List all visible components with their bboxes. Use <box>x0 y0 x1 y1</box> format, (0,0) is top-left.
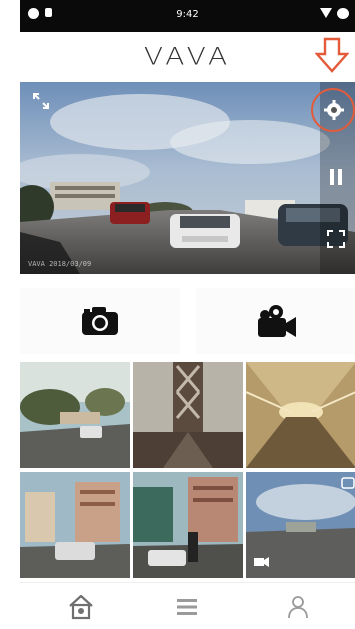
gallery-thumbnail-video[interactable] <box>246 472 355 578</box>
fullscreen-icon[interactable] <box>325 228 347 250</box>
take-photo-button[interactable] <box>20 288 180 354</box>
record-video-button[interactable] <box>196 288 355 354</box>
gallery-thumbnail[interactable] <box>133 472 243 578</box>
capture-row <box>20 282 355 360</box>
camera-icon <box>82 307 118 335</box>
phone-screen: 9:42 VAVA VAVA 2018/03/09 <box>20 0 355 629</box>
live-view[interactable]: VAVA 2018/03/09 <box>20 82 355 274</box>
gallery-thumbnail[interactable] <box>20 362 130 468</box>
status-bar: 9:42 <box>20 0 355 32</box>
thumbnail-image <box>133 472 243 578</box>
thumbnail-image <box>246 472 355 578</box>
app-header: VAVA <box>20 32 355 82</box>
status-time: 9:42 <box>176 9 199 20</box>
thumbnail-image <box>133 362 243 468</box>
home-icon[interactable] <box>67 593 95 621</box>
thumbnail-image <box>246 362 355 468</box>
expand-icon[interactable] <box>32 92 50 110</box>
gallery-thumbnail[interactable] <box>133 362 243 468</box>
pause-icon[interactable] <box>325 166 347 188</box>
profile-icon[interactable] <box>284 593 312 621</box>
video-camera-icon <box>258 305 296 337</box>
media-gallery <box>20 362 355 578</box>
vava-logo: VAVA <box>143 42 232 71</box>
thumbnail-image <box>20 362 130 468</box>
settings-gear-icon[interactable] <box>323 99 345 121</box>
gallery-thumbnail[interactable] <box>20 472 130 578</box>
bottom-navigation <box>20 582 355 629</box>
gallery-thumbnail[interactable] <box>246 362 355 468</box>
live-view-image <box>20 82 355 274</box>
thumbnail-image <box>20 472 130 578</box>
list-icon[interactable] <box>173 593 201 621</box>
status-right-icons <box>320 8 349 19</box>
wifi-icon <box>320 8 332 18</box>
battery-icon <box>337 8 349 19</box>
download-arrow-icon[interactable] <box>315 36 349 74</box>
live-view-watermark: VAVA 2018/03/09 <box>28 260 92 268</box>
